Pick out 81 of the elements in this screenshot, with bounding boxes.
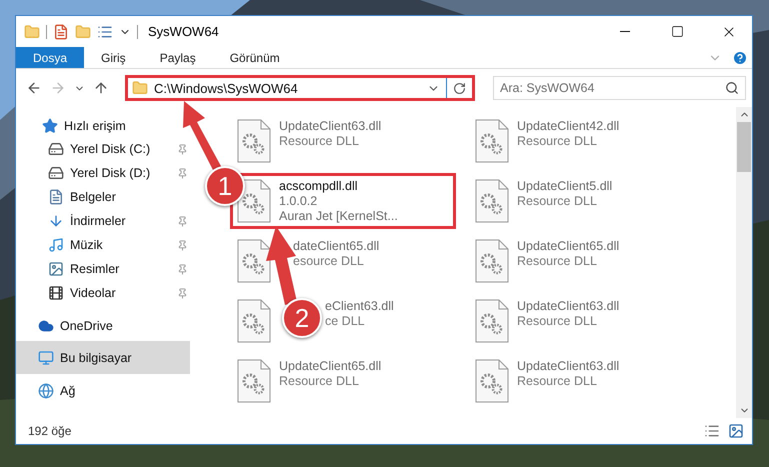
pin-icon[interactable] (177, 144, 188, 154)
file-name[interactable]: eClient63.dll (325, 299, 394, 314)
pin-icon[interactable] (177, 216, 188, 226)
sidebar-item[interactable]: Hızlı erişim (16, 115, 128, 137)
maximize-icon (670, 25, 684, 38)
dll-file-icon (475, 299, 509, 343)
file-name[interactable]: UpdateClient63.dll (517, 299, 620, 314)
pin-icon[interactable] (177, 288, 188, 298)
sidebar-item[interactable]: Yerel Disk (D:) (16, 161, 190, 185)
item-count: 192 öğe (28, 424, 72, 438)
checklist-icon[interactable] (53, 24, 69, 40)
details-view-icon[interactable] (704, 423, 720, 439)
file-detail: Resource DLL (517, 314, 598, 329)
file-name[interactable]: UpdateClient65.dll (517, 239, 620, 254)
file-detail: Resource DLL (517, 374, 598, 389)
annotation-arrow (183, 101, 222, 172)
film-icon (48, 285, 64, 301)
scrollbar[interactable] (736, 107, 752, 418)
dll-file-icon (237, 119, 271, 163)
pin-icon[interactable] (177, 240, 188, 250)
ribbon-tab[interactable]: Paylaş (142, 47, 213, 68)
window-title: SysWOW64 (148, 24, 220, 39)
sidebar-item[interactable]: Bu bilgisayar (16, 341, 190, 374)
sidebar-item[interactable]: Videolar (16, 281, 190, 305)
sidebar-item[interactable]: Belgeler (16, 185, 190, 209)
drive-icon (48, 141, 64, 157)
dll-file-icon (237, 359, 271, 403)
sidebar-item[interactable]: Müzik (16, 233, 190, 257)
ribbon-tab[interactable]: Dosya (16, 47, 84, 68)
dll-file-icon (237, 239, 271, 283)
sidebar-item[interactable]: Yerel Disk (C:) (16, 137, 190, 161)
file-detail: Auran Jet [KernelSt... (279, 209, 398, 224)
file-name[interactable]: UpdateClient63.dll (517, 359, 620, 374)
file-name[interactable]: acscompdll.dll (279, 179, 398, 194)
dll-file-icon (475, 239, 509, 283)
sidebar-item[interactable]: Ağ (16, 374, 78, 407)
file-detail: esource DLL (293, 254, 365, 269)
file-detail: Resource DLL (517, 134, 598, 149)
folder-icon[interactable] (75, 24, 91, 40)
file-name[interactable]: dateClient65.dll (293, 239, 380, 254)
dll-file-icon (475, 179, 509, 223)
file-detail: ce DLL (325, 314, 366, 329)
ribbon-tab[interactable]: Giriş (84, 47, 143, 68)
drive-icon (48, 165, 64, 181)
address-field[interactable]: C:\Windows\SysWOW64 (125, 75, 475, 101)
file-detail: 1.0.0.2 (279, 194, 318, 209)
music-note-icon (48, 237, 64, 253)
folder-icon (132, 80, 148, 96)
file-name[interactable]: UpdateClient5.dll (517, 179, 612, 194)
search-icon (725, 81, 739, 95)
help-icon[interactable] (732, 50, 748, 66)
cloud-icon (38, 318, 54, 334)
file-detail: Resource DLL (517, 254, 598, 269)
dll-file-icon (475, 359, 509, 403)
dll-file-icon (475, 119, 509, 163)
scroll-thumb[interactable] (737, 122, 751, 172)
document-icon (48, 189, 64, 205)
file-detail: Resource DLL (517, 194, 598, 209)
image-icon (48, 261, 64, 277)
sidebar-item[interactable]: Resimler (16, 257, 190, 281)
monitor-icon (38, 350, 54, 366)
refresh-icon[interactable] (453, 82, 466, 94)
pin-icon[interactable] (177, 168, 188, 178)
ribbon-tab[interactable]: Görünüm (212, 47, 297, 68)
file-detail: Resource DLL (279, 134, 360, 149)
globe-icon (38, 382, 54, 398)
dll-file-icon (237, 299, 271, 343)
sidebar-item[interactable]: OneDrive (16, 311, 115, 341)
file-detail: Resource DLL (279, 374, 360, 389)
star-icon (42, 118, 58, 134)
pin-icon[interactable] (177, 264, 188, 274)
file-name[interactable]: UpdateClient42.dll (517, 119, 620, 134)
file-name[interactable]: UpdateClient65.dll (279, 359, 382, 374)
large-icons-view-icon[interactable] (728, 423, 744, 439)
search-field[interactable]: Ara: SysWOW64 (493, 76, 746, 100)
folder-icon[interactable] (24, 24, 40, 40)
sidebar-item[interactable]: İndirmeler (16, 209, 190, 233)
properties-icon[interactable] (97, 24, 113, 40)
minimize-icon (620, 31, 630, 32)
file-name[interactable]: UpdateClient63.dll (279, 119, 382, 134)
dll-file-icon (237, 179, 271, 223)
